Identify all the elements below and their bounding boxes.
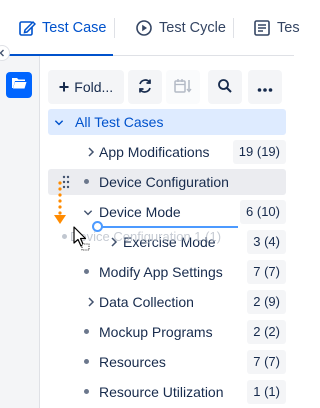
tree-item[interactable]: App Modifications 19 (19): [48, 139, 286, 165]
chevron-right-icon[interactable]: [86, 296, 96, 308]
tree-item[interactable]: Data Collection 2 (9): [48, 289, 286, 315]
tree-item-count: 1 (1): [247, 380, 286, 404]
chevron-left-icon: [0, 44, 6, 62]
tree-item[interactable]: Resources 7 (7): [48, 349, 286, 375]
leaf-dot-icon: [84, 389, 89, 394]
folder-view-button[interactable]: [6, 72, 32, 98]
tree-item-label: App Modifications: [99, 144, 210, 160]
drag-ghost-label: Device Configuration 1 (1): [70, 229, 222, 244]
tree-item-count: 6 (10): [240, 200, 286, 224]
tree-item-label: Device Mode: [99, 204, 181, 220]
drag-ghost-dot: [62, 234, 67, 239]
tree-item[interactable]: Resource Utilization 1 (1): [48, 379, 286, 405]
tab-label: Test Cycle: [159, 20, 226, 36]
tree-root-all-test-cases[interactable]: All Test Cases: [48, 109, 286, 135]
drop-indicator-line: [98, 226, 238, 228]
tree-root-label: All Test Cases: [75, 114, 164, 130]
tree-item-count: 19 (19): [232, 140, 286, 164]
refresh-icon: [137, 78, 153, 97]
list-document-icon: [253, 19, 271, 37]
tree-item-label: Data Collection: [99, 294, 194, 310]
play-cycle-icon: [135, 19, 153, 37]
leaf-dot-icon: [84, 269, 89, 274]
add-folder-button[interactable]: + Fold...: [48, 70, 124, 104]
tab-bar: Test Case Test Cycle Tes: [0, 0, 300, 56]
more-actions-button[interactable]: [248, 70, 282, 104]
tree-item-label: Device Configuration: [99, 174, 229, 190]
tree-item-label: Resources: [99, 354, 166, 370]
leaf-dot-icon: [84, 329, 89, 334]
tree-item-count: 7 (7): [247, 260, 286, 284]
tab-test-execution[interactable]: Tes: [253, 0, 300, 56]
tree-item[interactable]: Mockup Programs 2 (2): [48, 319, 286, 345]
tree-item-label: Modify App Settings: [99, 264, 223, 280]
folder-open-icon: [11, 76, 27, 95]
chevron-right-icon[interactable]: [86, 146, 96, 158]
left-rail: [0, 56, 40, 408]
edit-document-icon: [18, 19, 36, 37]
tab-test-cycle[interactable]: Test Cycle: [135, 0, 226, 56]
tree-item-count: 2 (9): [247, 290, 286, 314]
tab-divider: [233, 18, 234, 38]
tree-item-count: 7 (7): [247, 350, 286, 374]
tree-item[interactable]: Modify App Settings 7 (7): [48, 259, 286, 285]
sort-by-date-button[interactable]: [166, 70, 200, 104]
add-folder-label: Fold...: [74, 79, 114, 95]
drag-direction-arrow-icon: [54, 181, 66, 224]
folder-tree: All Test Cases App Modifications 19 (19)…: [40, 108, 294, 408]
refresh-button[interactable]: [128, 70, 162, 104]
tree-item[interactable]: Device Mode 6 (10): [48, 199, 286, 225]
plus-icon: +: [58, 77, 70, 97]
tree-item-label: Resource Utilization: [99, 384, 224, 400]
tree-item-count: 2 (2): [247, 320, 286, 344]
search-icon: [217, 78, 233, 97]
leaf-dot-icon: [84, 179, 89, 184]
tree-item-label: Mockup Programs: [99, 324, 213, 340]
tab-test-case[interactable]: Test Case: [18, 0, 106, 56]
chevron-down-icon: [54, 120, 64, 126]
leaf-dot-icon: [84, 359, 89, 364]
calendar-sort-icon: [174, 78, 192, 97]
tree-item-count: 3 (4): [247, 230, 286, 254]
tab-label: Tes: [277, 20, 300, 36]
grab-cursor-icon: [73, 226, 90, 251]
chevron-down-icon[interactable]: [83, 207, 93, 219]
tree-item-dragging[interactable]: Device Configuration: [48, 169, 286, 195]
tab-label: Test Case: [42, 20, 107, 36]
more-icon: [257, 79, 273, 95]
tab-divider: [114, 18, 115, 38]
search-button[interactable]: [208, 70, 242, 104]
